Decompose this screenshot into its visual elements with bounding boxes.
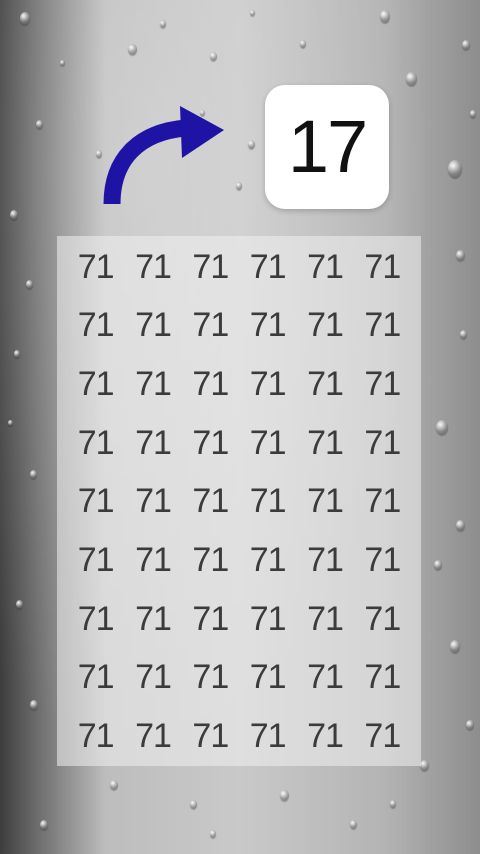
grid-cell[interactable]: 71 xyxy=(124,473,181,532)
grid-cell[interactable]: 71 xyxy=(182,531,239,590)
grid-cell[interactable]: 71 xyxy=(296,590,353,649)
raindrop xyxy=(300,40,306,48)
grid-cell[interactable]: 71 xyxy=(124,590,181,649)
raindrop xyxy=(248,140,255,149)
grid-cell[interactable]: 71 xyxy=(354,531,411,590)
raindrop xyxy=(456,520,465,531)
raindrop xyxy=(128,44,137,55)
grid-cell[interactable]: 71 xyxy=(239,355,296,414)
grid-cell[interactable]: 71 xyxy=(354,590,411,649)
raindrop xyxy=(236,182,242,190)
number-grid: 71 71 71 71 71 71 71 71 71 71 71 71 71 71 71 71 71 71 71 71… xyxy=(57,236,421,766)
grid-cell[interactable]: 71 xyxy=(239,707,296,766)
raindrop xyxy=(16,600,23,609)
raindrop xyxy=(460,330,467,339)
grid-cell[interactable]: 71 xyxy=(67,649,124,708)
raindrop xyxy=(406,72,417,86)
grid-cell[interactable]: 71 xyxy=(124,238,181,297)
grid-cell[interactable]: 71 xyxy=(124,649,181,708)
raindrop xyxy=(456,250,465,261)
grid-cell[interactable]: 71 xyxy=(67,531,124,590)
grid-cell[interactable]: 71 xyxy=(124,531,181,590)
raindrop xyxy=(420,760,429,771)
raindrop xyxy=(434,560,442,570)
grid-cell[interactable]: 71 xyxy=(239,297,296,356)
raindrop xyxy=(8,420,13,426)
raindrop xyxy=(280,790,289,801)
raindrop xyxy=(10,210,18,220)
grid-cell[interactable]: 71 xyxy=(67,414,124,473)
curved-arrow-right-icon xyxy=(103,106,224,205)
grid-cell[interactable]: 71 xyxy=(182,297,239,356)
raindrop xyxy=(466,720,474,730)
grid-cell[interactable]: 71 xyxy=(354,414,411,473)
grid-cell[interactable]: 71 xyxy=(67,590,124,649)
grid-cell[interactable]: 71 xyxy=(182,414,239,473)
grid-cell[interactable]: 71 xyxy=(296,414,353,473)
grid-cell[interactable]: 71 xyxy=(182,707,239,766)
grid-cell[interactable]: 71 xyxy=(67,707,124,766)
raindrop xyxy=(20,12,30,25)
grid-cell[interactable]: 71 xyxy=(67,297,124,356)
grid-cell[interactable]: 71 xyxy=(296,355,353,414)
raindrop xyxy=(250,10,255,16)
grid-cell[interactable]: 71 xyxy=(182,649,239,708)
raindrop xyxy=(160,20,166,28)
grid-cell[interactable]: 71 xyxy=(296,707,353,766)
raindrop xyxy=(190,800,197,809)
raindrop xyxy=(380,10,390,23)
grid-cell[interactable]: 71 xyxy=(296,297,353,356)
raindrop xyxy=(450,640,460,653)
raindrop xyxy=(390,800,396,808)
raindrop xyxy=(30,700,38,710)
raindrop xyxy=(436,420,448,435)
raindrop xyxy=(110,780,118,790)
raindrop xyxy=(14,350,20,358)
raindrop xyxy=(26,280,33,289)
target-number: 17 xyxy=(287,105,368,188)
raindrop xyxy=(210,830,216,838)
raindrop xyxy=(462,40,470,50)
grid-cell[interactable]: 71 xyxy=(182,590,239,649)
grid-cell[interactable]: 71 xyxy=(67,473,124,532)
raindrop xyxy=(36,120,43,129)
grid-cell[interactable]: 71 xyxy=(354,649,411,708)
target-number-card: 17 xyxy=(265,85,389,209)
grid-cell[interactable]: 71 xyxy=(239,649,296,708)
grid-cell[interactable]: 71 xyxy=(354,473,411,532)
grid-cell[interactable]: 71 xyxy=(124,297,181,356)
raindrop xyxy=(448,160,462,178)
grid-cell[interactable]: 71 xyxy=(239,473,296,532)
raindrop xyxy=(40,820,48,830)
grid-cell[interactable]: 71 xyxy=(296,649,353,708)
grid-cell[interactable]: 71 xyxy=(296,238,353,297)
grid-cell[interactable]: 71 xyxy=(296,531,353,590)
raindrop xyxy=(470,110,476,118)
grid-cell[interactable]: 71 xyxy=(67,355,124,414)
grid-cell[interactable]: 71 xyxy=(354,707,411,766)
grid-cell[interactable]: 71 xyxy=(239,414,296,473)
grid-cell[interactable]: 71 xyxy=(124,355,181,414)
grid-cell[interactable]: 71 xyxy=(124,414,181,473)
grid-cell[interactable]: 71 xyxy=(354,238,411,297)
grid-cell[interactable]: 71 xyxy=(182,473,239,532)
raindrop xyxy=(60,60,65,66)
grid-cell[interactable]: 71 xyxy=(67,238,124,297)
grid-cell[interactable]: 71 xyxy=(124,707,181,766)
raindrop xyxy=(30,470,37,479)
grid-cell[interactable]: 71 xyxy=(239,590,296,649)
raindrop xyxy=(350,820,357,829)
grid-cell[interactable]: 71 xyxy=(182,238,239,297)
grid-cell[interactable]: 71 xyxy=(296,473,353,532)
grid-cell[interactable]: 71 xyxy=(354,355,411,414)
grid-cell[interactable]: 71 xyxy=(182,355,239,414)
raindrop xyxy=(210,52,217,61)
grid-cell[interactable]: 71 xyxy=(239,531,296,590)
grid-cell[interactable]: 71 xyxy=(239,238,296,297)
grid-cell[interactable]: 71 xyxy=(354,297,411,356)
